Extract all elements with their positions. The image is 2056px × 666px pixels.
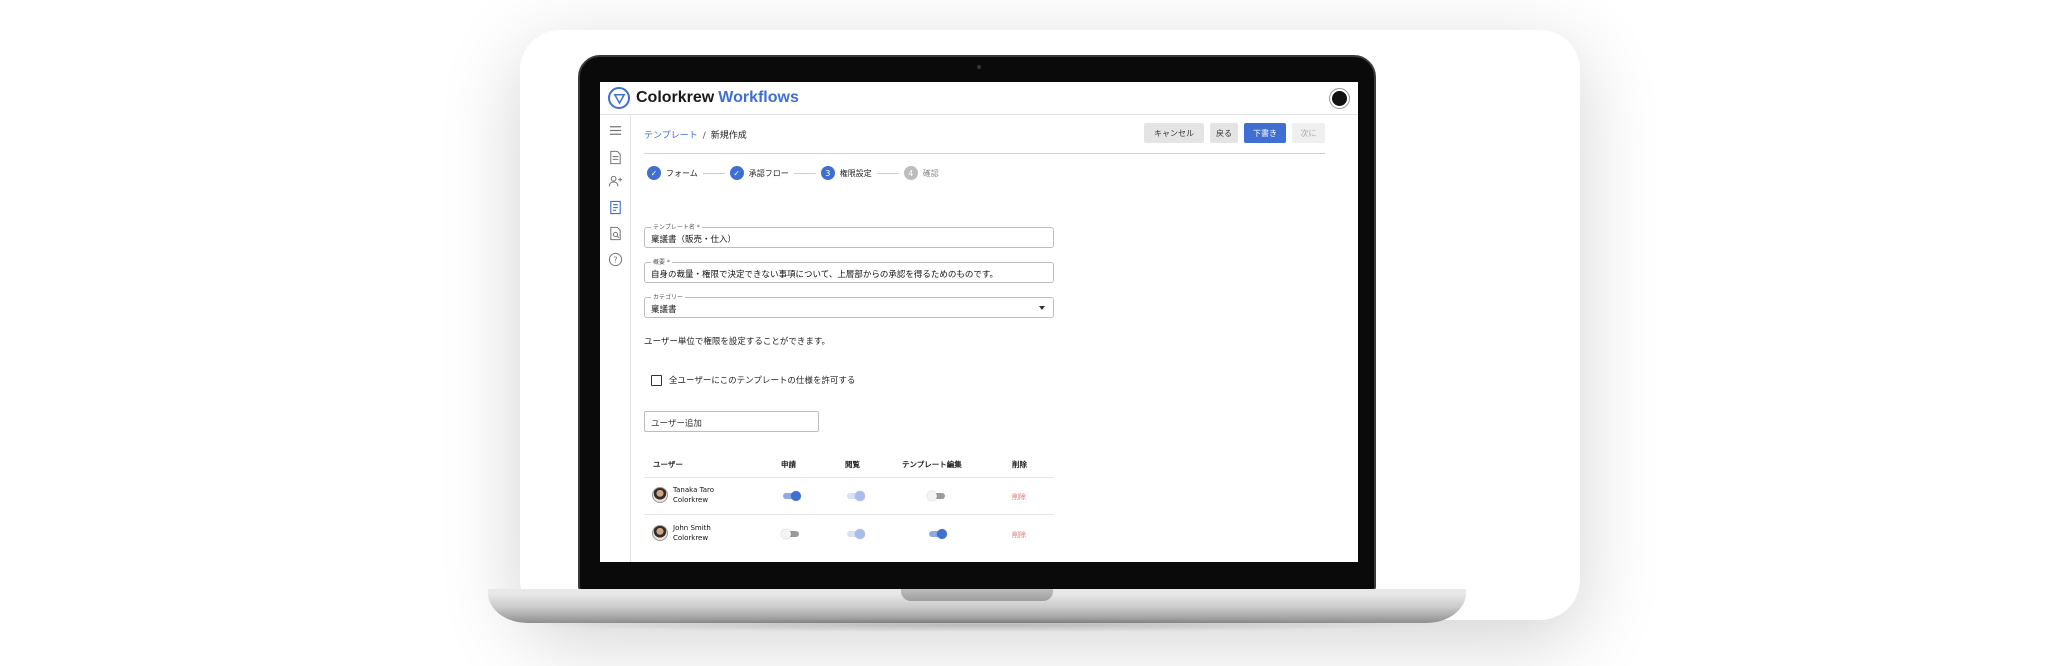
category-select[interactable]: カテゴリー 稟議書 [644,292,1054,318]
step-4-number: 4 [903,166,918,180]
app-screen: Colorkrew Workflows ? テンプレート / 新規作成 キャンセ… [600,82,1358,562]
apply-toggle-smith[interactable] [781,529,801,539]
summary-field[interactable]: 概要 * 自身の裁量・権限で決定できない事項について、上層部からの承認を得るため… [644,257,1054,283]
permission-note: ユーザー単位で権限を設定することができます。 [644,337,830,347]
user-cell-tanaka: Tanaka Taro Colorkrew [673,485,714,505]
user-avatar-tanaka [652,487,668,503]
allow-all-users-label: 全ユーザーにこのテンプレートの仕様を許可する [669,376,856,386]
laptop-lid: Colorkrew Workflows ? テンプレート / 新規作成 キャンセ… [578,55,1376,591]
main-content: テンプレート / 新規作成 キャンセル 戻る 下書き 次に ✓ フォーム ✓ 承認フ… [631,115,1358,562]
document-search-icon[interactable] [607,225,623,241]
edit-toggle-smith[interactable] [927,529,947,539]
sidebar: ? [600,115,631,562]
apply-toggle-tanaka[interactable] [781,491,801,501]
col-header-view: 閲覧 [845,460,860,469]
user-cell-smith: John Smith Colorkrew [673,523,711,543]
category-label: カテゴリー [651,292,686,301]
user-name: Tanaka Taro [673,486,714,494]
save-draft-button[interactable]: 下書き [1244,123,1286,143]
cancel-button[interactable]: キャンセル [1144,123,1204,143]
table-divider [644,477,1054,478]
delete-link-tanaka[interactable]: 削除 [1012,492,1026,502]
table-row-divider [644,514,1054,515]
col-header-template-edit: テンプレート編集 [902,460,962,469]
view-toggle-tanaka[interactable] [845,491,865,501]
svg-text:?: ? [613,255,617,264]
floor-shadow [520,618,1440,632]
user-org: Colorkrew [673,496,709,504]
breadcrumb-current: 新規作成 [710,131,747,141]
category-value: 稟議書 [651,305,677,315]
step-connector [793,172,816,174]
breadcrumb: テンプレート / 新規作成 [644,128,747,141]
camera-dot [977,65,981,69]
col-header-user: ユーザー [653,460,683,469]
help-icon[interactable]: ? [607,251,623,267]
chevron-down-icon[interactable] [1039,306,1045,310]
template-edit-icon[interactable] [607,199,623,215]
edit-toggle-tanaka[interactable] [927,491,947,501]
user-approval-icon[interactable] [607,173,623,189]
template-name-label: テンプレート名 * [651,222,702,231]
allow-all-users-checkbox[interactable] [651,374,662,386]
template-name-field[interactable]: テンプレート名 * 稟議書（販売・仕入） [644,222,1054,248]
brand-logo-icon[interactable] [608,87,630,109]
col-header-delete: 削除 [1012,460,1027,469]
step-3-number: 3 [820,166,835,180]
summary-value: 自身の裁量・権限で決定できない事項について、上層部からの承認を得るためのものです… [651,270,998,280]
step-1-check-icon: ✓ [647,166,661,180]
step-connector [702,172,725,174]
document-icon[interactable] [607,149,623,165]
step-3-label: 権限設定 [839,168,872,178]
user-name: John Smith [673,524,711,532]
delete-link-smith[interactable]: 削除 [1012,530,1026,540]
back-button[interactable]: 戻る [1210,123,1238,143]
summary-label: 概要 * [651,257,672,266]
stepper: ✓ フォーム ✓ 承認フロー 3 権限設定 4 確認 [647,165,939,181]
user-org: Colorkrew [673,534,709,542]
template-name-value: 稟議書（販売・仕入） [651,235,737,245]
step-2-check-icon: ✓ [729,166,744,180]
breadcrumb-separator: / [702,131,706,141]
laptop-mockup: Colorkrew Workflows ? テンプレート / 新規作成 キャンセ… [0,0,2056,666]
header-divider [644,153,1325,154]
user-avatar[interactable] [1330,89,1349,108]
brand-product: Workflows [718,89,799,106]
view-toggle-smith[interactable] [845,529,865,539]
app-header: Colorkrew Workflows [600,82,1358,115]
user-avatar-smith [652,525,668,541]
user-add-input[interactable]: ユーザー追加 [644,411,819,432]
allow-all-users-row[interactable]: 全ユーザーにこのテンプレートの仕様を許可する [651,374,855,386]
next-button[interactable]: 次に [1292,123,1325,143]
step-4-label: 確認 [922,168,939,178]
step-2-label: 承認フロー [748,168,789,178]
menu-icon[interactable] [607,122,623,138]
breadcrumb-parent-link[interactable]: テンプレート [644,131,698,141]
col-header-apply: 申請 [781,460,796,469]
step-connector [876,172,899,174]
laptop-notch [901,589,1053,601]
brand-name: Colorkrew [636,89,715,106]
step-1-label: フォーム [666,168,698,178]
